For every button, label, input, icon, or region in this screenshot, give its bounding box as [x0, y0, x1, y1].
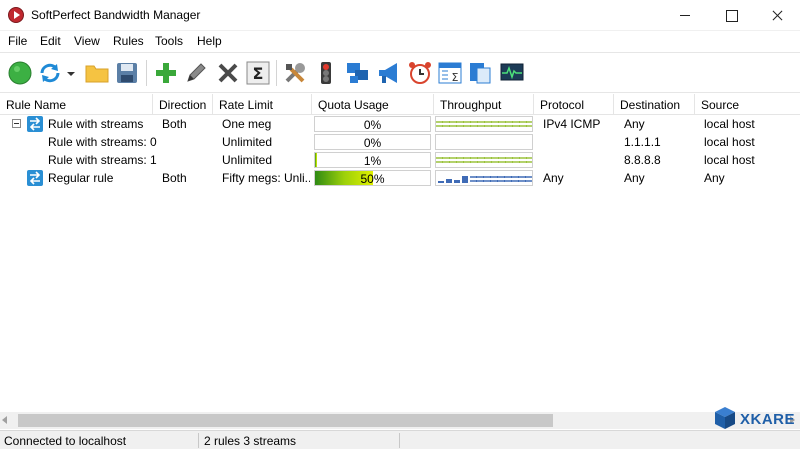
save-icon[interactable]: [115, 61, 139, 85]
rule-icon: [27, 116, 43, 132]
horizontal-scrollbar[interactable]: [0, 412, 800, 429]
add-rule-icon[interactable]: [154, 61, 178, 85]
refresh-dropdown-icon[interactable]: [66, 61, 76, 85]
quota-usage-bar: 0%: [314, 116, 431, 132]
throughput-graph: [435, 152, 533, 168]
open-folder-icon[interactable]: [85, 61, 109, 85]
rule-source: local host: [704, 153, 755, 167]
rule-destination: 1.1.1.1: [624, 135, 661, 149]
quota-usage-value: 0%: [363, 118, 382, 132]
minimize-button[interactable]: [662, 0, 708, 31]
network-icon[interactable]: [346, 61, 370, 85]
edit-icon[interactable]: [184, 61, 208, 85]
collapse-toggle-icon[interactable]: [12, 119, 21, 128]
rule-rate-limit: Fifty megs: Unli...: [222, 171, 310, 185]
window-title: SoftPerfect Bandwidth Manager: [31, 8, 201, 22]
table-row[interactable]: Rule with streams: 1 Unlimited 1% 8.8.8.…: [0, 151, 800, 169]
status-connection: Connected to localhost: [0, 433, 199, 448]
column-header-source[interactable]: Source: [695, 94, 800, 115]
status-summary: 2 rules 3 streams: [200, 433, 400, 448]
table-row[interactable]: Regular rule Both Fifty megs: Unli... 50…: [0, 169, 800, 187]
rule-name: Regular rule: [48, 171, 114, 185]
toolbar-separator: [146, 60, 147, 86]
column-header-throughput[interactable]: Throughput: [434, 94, 534, 115]
announce-icon[interactable]: [377, 61, 401, 85]
rule-source: Any: [704, 171, 725, 185]
copy-icon[interactable]: [468, 61, 492, 85]
monitor-icon[interactable]: [500, 61, 524, 85]
menu-tools[interactable]: Tools: [155, 34, 183, 48]
quota-usage-bar: 1%: [314, 152, 431, 168]
rule-rate-limit: Unlimited: [222, 153, 273, 167]
toolbar: Σ Σ: [0, 52, 800, 93]
watermark-text: XKARE: [740, 411, 796, 428]
quota-usage-bar: 0%: [314, 134, 431, 150]
calculator-icon[interactable]: Σ: [438, 61, 462, 85]
scrollbar-thumb[interactable]: [18, 414, 553, 427]
quota-usage-value: 0%: [363, 136, 382, 150]
rule-protocol: IPv4 ICMP: [543, 117, 601, 131]
rule-source: local host: [704, 117, 755, 131]
throughput-graph: [435, 134, 533, 150]
stream-name: Rule with streams: 1: [48, 153, 157, 167]
rule-name: Rule with streams: [48, 117, 144, 131]
throughput-graph: [435, 170, 533, 186]
traffic-light-icon[interactable]: [314, 61, 338, 85]
menu-help[interactable]: Help: [197, 34, 222, 48]
quota-usage-value: 1%: [363, 154, 382, 168]
quota-usage-value: 50%: [360, 172, 385, 186]
rules-list: Rule Name Direction Rate Limit Quota Usa…: [0, 94, 800, 430]
menu-file[interactable]: File: [8, 34, 27, 48]
menu-edit[interactable]: Edit: [40, 34, 61, 48]
title-bar: SoftPerfect Bandwidth Manager: [0, 0, 800, 31]
column-header-protocol[interactable]: Protocol: [534, 94, 614, 115]
column-header-rate-limit[interactable]: Rate Limit: [213, 94, 312, 115]
delete-icon[interactable]: [216, 61, 240, 85]
rule-icon: [27, 170, 43, 186]
menu-bar: File Edit View Rules Tools Help: [0, 31, 800, 51]
refresh-icon[interactable]: [38, 61, 62, 85]
start-icon[interactable]: [8, 61, 32, 85]
rule-rate-limit: Unlimited: [222, 135, 273, 149]
rule-rate-limit: One meg: [222, 117, 272, 131]
sum-icon[interactable]: Σ: [246, 61, 270, 85]
rule-direction: Both: [162, 117, 187, 131]
scroll-left-icon[interactable]: [2, 416, 7, 424]
svg-text:Σ: Σ: [452, 71, 459, 84]
svg-text:Σ: Σ: [253, 64, 264, 83]
column-header-destination[interactable]: Destination: [614, 94, 695, 115]
stream-name: Rule with streams: 0: [48, 135, 157, 149]
status-bar: Connected to localhost 2 rules 3 streams: [0, 430, 800, 449]
rule-destination: Any: [624, 171, 645, 185]
quota-usage-bar: 50%: [314, 170, 431, 186]
alarm-clock-icon[interactable]: [408, 61, 432, 85]
toolbar-separator: [276, 60, 277, 86]
throughput-graph: [435, 116, 533, 132]
maximize-button[interactable]: [708, 0, 754, 31]
app-logo-icon: [8, 7, 24, 23]
column-header-rule-name[interactable]: Rule Name: [0, 94, 153, 115]
rule-direction: Both: [162, 171, 187, 185]
close-button[interactable]: [754, 0, 800, 31]
menu-rules[interactable]: Rules: [113, 34, 144, 48]
tools-icon[interactable]: [283, 61, 307, 85]
watermark-cube-icon: [715, 407, 735, 429]
table-row[interactable]: Rule with streams: 0 Unlimited 0% 1.1.1.…: [0, 133, 800, 151]
column-header-direction[interactable]: Direction: [153, 94, 213, 115]
menu-view[interactable]: View: [74, 34, 100, 48]
rule-protocol: Any: [543, 171, 564, 185]
rule-destination: 8.8.8.8: [624, 153, 661, 167]
column-header-quota-usage[interactable]: Quota Usage: [312, 94, 434, 115]
rule-source: local host: [704, 135, 755, 149]
rule-destination: Any: [624, 117, 645, 131]
table-row[interactable]: Rule with streams Both One meg 0% IPv4 I…: [0, 115, 800, 133]
